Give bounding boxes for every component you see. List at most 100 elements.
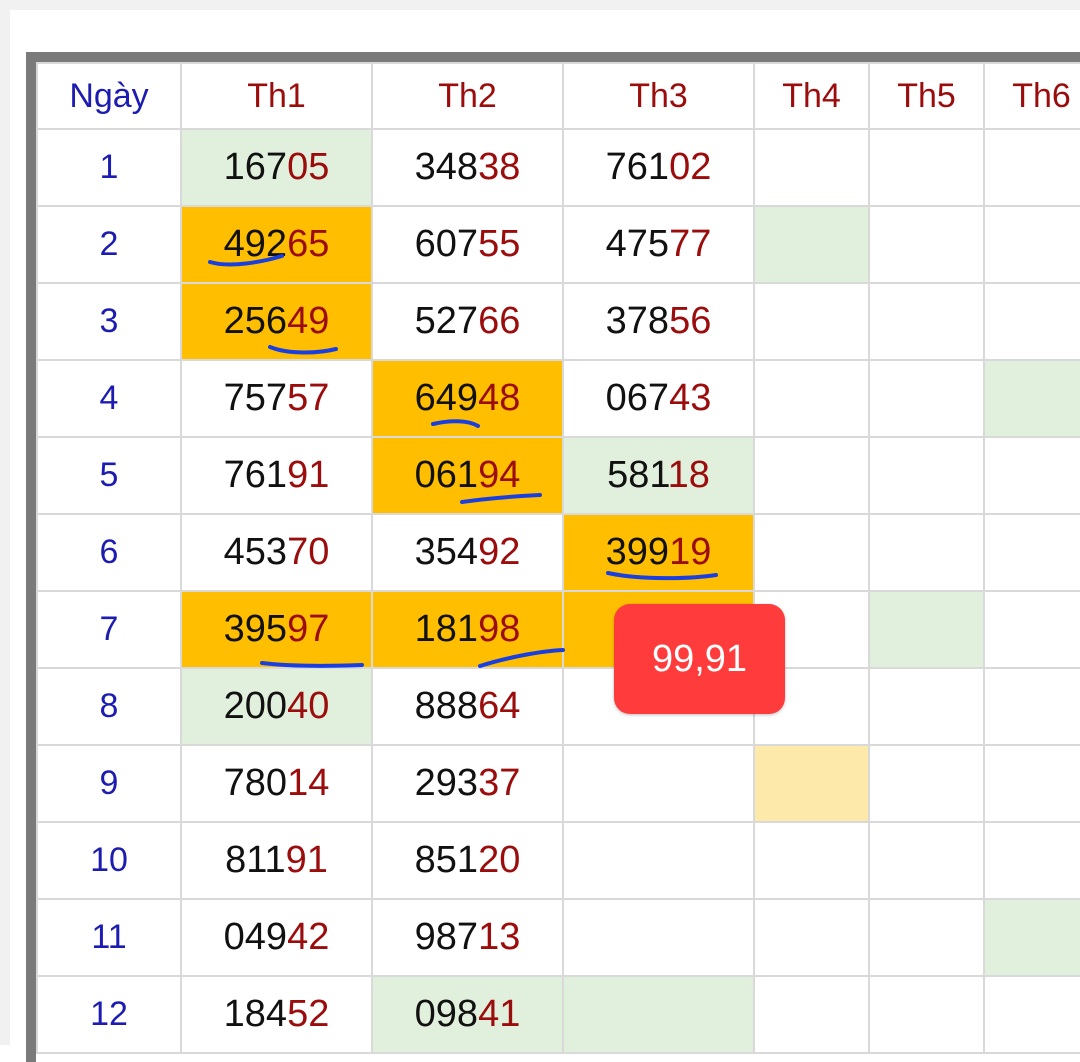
number-tail: 97 — [287, 608, 330, 650]
empty-cell — [753, 359, 870, 438]
table-header-row: Ngày Th1 Th2 Th3 Th4 Th5 Th6 — [36, 62, 1080, 130]
header-th3: Th3 — [562, 62, 755, 130]
day-cell: 1 — [36, 128, 182, 207]
empty-cell — [983, 898, 1080, 977]
result-number: 39597 — [224, 608, 330, 651]
result-cell[interactable]: 20040 — [180, 667, 373, 746]
result-cell[interactable]: 78014 — [180, 744, 373, 823]
result-number: 06743 — [606, 377, 712, 420]
table-row: 3 25649 52766 37856 — [36, 282, 1080, 361]
result-cell[interactable]: 85120 — [371, 821, 564, 900]
result-cell[interactable]: 60755 — [371, 205, 564, 284]
result-cell[interactable]: 75757 — [180, 359, 373, 438]
number-head: 200 — [223, 685, 288, 727]
number-tail: 37 — [478, 762, 521, 804]
empty-cell — [868, 282, 985, 361]
empty-cell — [753, 744, 870, 823]
empty-cell — [753, 513, 870, 592]
result-cell[interactable]: 45370 — [180, 513, 373, 592]
result-cell[interactable]: 35492 — [371, 513, 564, 592]
result-number: 18452 — [224, 993, 330, 1036]
empty-cell — [868, 359, 985, 438]
result-cell[interactable]: 34838 — [371, 128, 564, 207]
result-number: 25649 — [224, 300, 330, 343]
empty-cell — [983, 205, 1080, 284]
number-tail: 48 — [478, 377, 521, 419]
number-head: 399 — [605, 531, 670, 573]
result-cell[interactable]: 49265 — [180, 205, 373, 284]
result-cell[interactable]: 39919 — [562, 513, 755, 592]
day-cell: 11 — [36, 898, 182, 977]
result-number: 37856 — [606, 300, 712, 343]
result-cell[interactable]: 88864 — [371, 667, 564, 746]
empty-cell — [983, 513, 1080, 592]
table-row: 2 49265 60755 47577 — [36, 205, 1080, 284]
empty-cell — [562, 744, 755, 823]
result-cell[interactable]: 52766 — [371, 282, 564, 361]
empty-cell — [753, 898, 870, 977]
empty-cell — [983, 359, 1080, 438]
number-tail: 98 — [478, 608, 521, 650]
empty-cell — [868, 744, 985, 823]
header-th6: Th6 — [983, 62, 1080, 130]
result-cell[interactable]: 58118 — [562, 436, 755, 515]
empty-cell — [753, 975, 870, 1054]
result-number: 88864 — [415, 685, 521, 728]
number-head: 757 — [223, 377, 288, 419]
result-cell[interactable]: 76102 — [562, 128, 755, 207]
result-cell[interactable]: 76191 — [180, 436, 373, 515]
empty-cell — [983, 436, 1080, 515]
number-head: 256 — [223, 300, 288, 342]
result-cell[interactable]: 18198 — [371, 590, 564, 669]
result-cell[interactable]: 18452 — [180, 975, 373, 1054]
number-tail: 94 — [478, 454, 521, 496]
number-tail: 40 — [287, 685, 330, 727]
result-number: 34838 — [415, 146, 521, 189]
result-cell[interactable]: 04942 — [180, 898, 373, 977]
result-cell[interactable]: 47577 — [562, 205, 755, 284]
empty-cell — [753, 436, 870, 515]
result-cell[interactable]: 09841 — [371, 975, 564, 1054]
result-cell[interactable]: 64948 — [371, 359, 564, 438]
empty-cell — [983, 975, 1080, 1054]
number-head: 061 — [414, 454, 479, 496]
result-number: 75757 — [224, 377, 330, 420]
day-cell: 5 — [36, 436, 182, 515]
result-number: 60755 — [415, 223, 521, 266]
result-number: 09841 — [415, 993, 521, 1036]
empty-cell — [983, 821, 1080, 900]
number-tail: 41 — [478, 993, 521, 1035]
number-tail: 92 — [478, 531, 521, 573]
day-cell: 3 — [36, 282, 182, 361]
result-cell[interactable]: 81191 — [180, 821, 373, 900]
number-head: 527 — [414, 300, 479, 342]
result-cell[interactable]: 29337 — [371, 744, 564, 823]
tooltip-badge: 99,91 — [614, 604, 785, 714]
number-tail: 20 — [478, 839, 521, 881]
result-number: 64948 — [415, 377, 521, 420]
result-cell[interactable]: 37856 — [562, 282, 755, 361]
number-head: 354 — [414, 531, 479, 573]
result-cell[interactable]: 39597 — [180, 590, 373, 669]
result-cell[interactable]: 98713 — [371, 898, 564, 977]
number-head: 492 — [223, 223, 288, 265]
number-tail: 91 — [287, 454, 330, 496]
number-tail: 64 — [478, 685, 521, 727]
number-head: 607 — [414, 223, 479, 265]
number-head: 987 — [414, 916, 479, 958]
empty-cell — [983, 667, 1080, 746]
empty-cell — [983, 128, 1080, 207]
number-head: 851 — [414, 839, 479, 881]
result-cell[interactable]: 06194 — [371, 436, 564, 515]
number-tail: 49 — [287, 300, 330, 342]
header-th2: Th2 — [371, 62, 564, 130]
result-number: 06194 — [415, 454, 521, 497]
result-cell[interactable]: 25649 — [180, 282, 373, 361]
result-cell[interactable]: 16705 — [180, 128, 373, 207]
result-number: 16705 — [224, 146, 330, 189]
number-head: 475 — [605, 223, 670, 265]
day-cell: 2 — [36, 205, 182, 284]
number-tail: 52 — [287, 993, 330, 1035]
result-cell[interactable]: 06743 — [562, 359, 755, 438]
table-row: 8 20040 88864 — [36, 667, 1080, 746]
